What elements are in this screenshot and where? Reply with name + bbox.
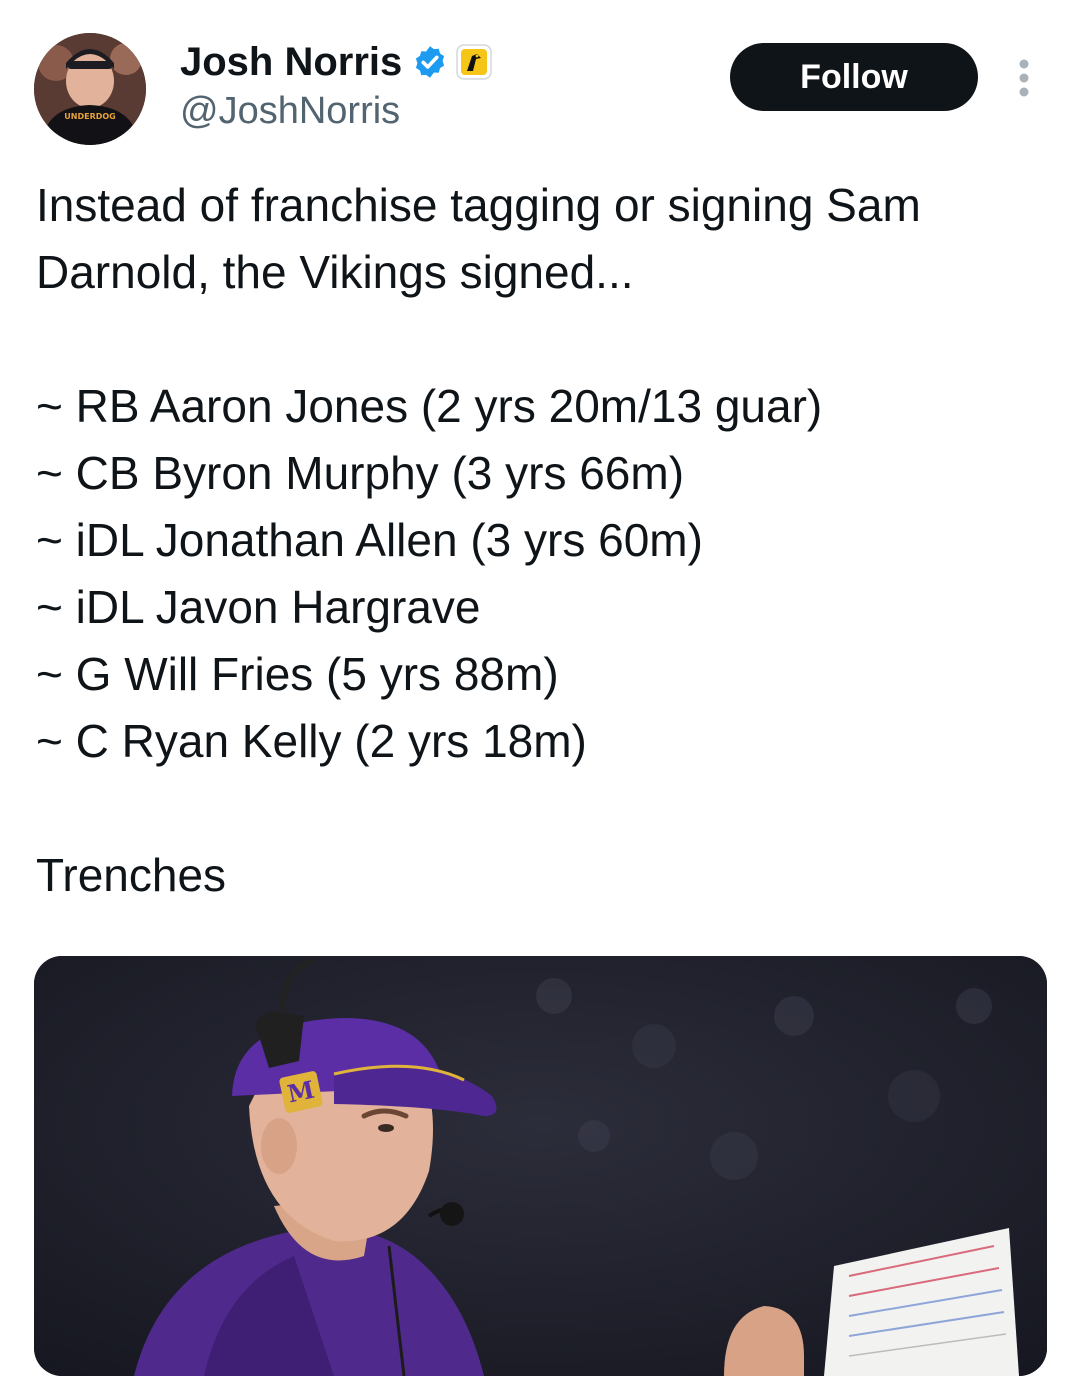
more-options-icon[interactable] [1006,56,1042,100]
avatar-shirt-text: UNDERDOG [64,112,115,121]
signing-item: ~ iDL Javon Hargrave [36,581,481,633]
signing-item: ~ iDL Jonathan Allen (3 yrs 60m) [36,514,703,566]
affiliate-badge-icon[interactable] [456,44,493,80]
avatar[interactable]: UNDERDOG [34,33,146,145]
tweet-intro-line-1: Instead of franchise tagging or signing … [36,179,921,231]
signing-item: ~ RB Aaron Jones (2 yrs 20m/13 guar) [36,380,823,432]
avatar-image: UNDERDOG [34,33,146,145]
tweet-closing: Trenches [36,849,227,901]
author-name-row: Josh Norris [180,38,493,86]
tweet-media-photo[interactable]: M [34,956,1047,1376]
author-handle[interactable]: @JoshNorris [180,88,400,134]
signing-item: ~ C Ryan Kelly (2 yrs 18m) [36,715,587,767]
tweet-intro-line-2: Darnold, the Vikings signed... [36,246,634,298]
verified-badge-icon[interactable] [412,44,448,80]
signing-item: ~ G Will Fries (5 yrs 88m) [36,648,559,700]
signing-item: ~ CB Byron Murphy (3 yrs 66m) [36,447,685,499]
tweet-body: Instead of franchise tagging or signing … [36,172,1051,909]
author-display-name[interactable]: Josh Norris [180,38,402,86]
photo-coach-headset: M [34,956,1047,1376]
follow-button[interactable]: Follow [730,43,978,111]
